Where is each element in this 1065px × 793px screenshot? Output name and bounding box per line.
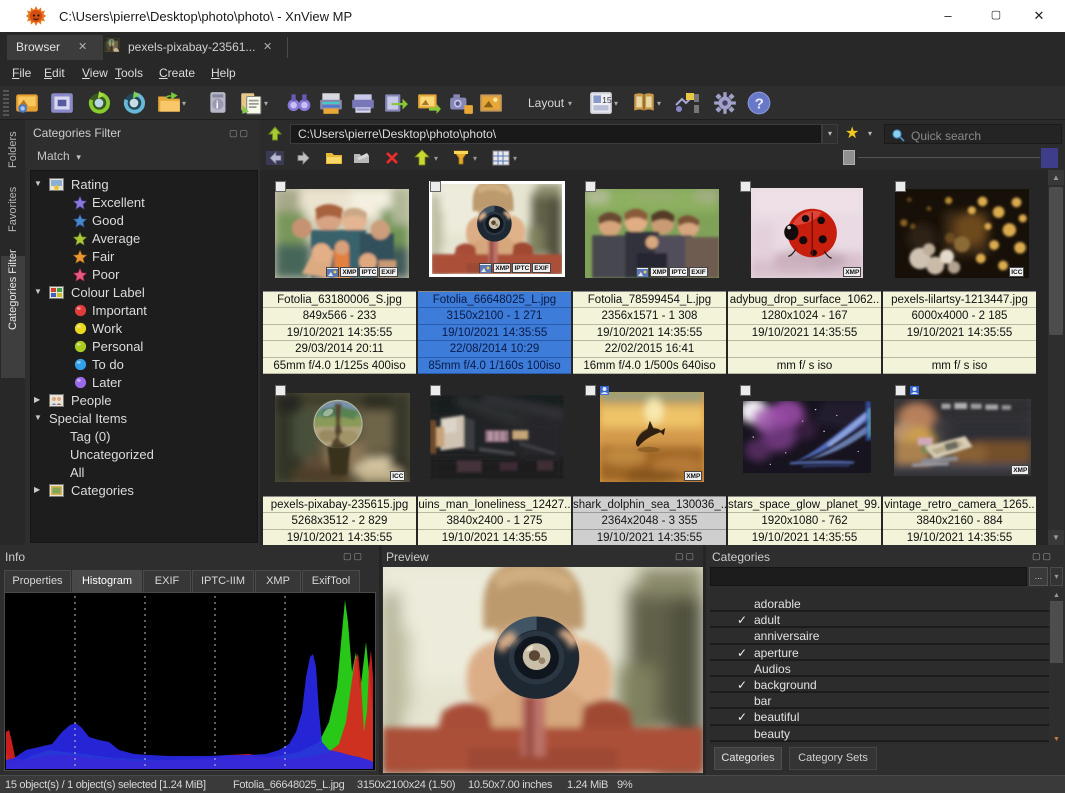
svg-text:i: i [216, 99, 219, 111]
svg-text:15: 15 [602, 95, 612, 105]
svg-text:?: ? [755, 95, 764, 112]
